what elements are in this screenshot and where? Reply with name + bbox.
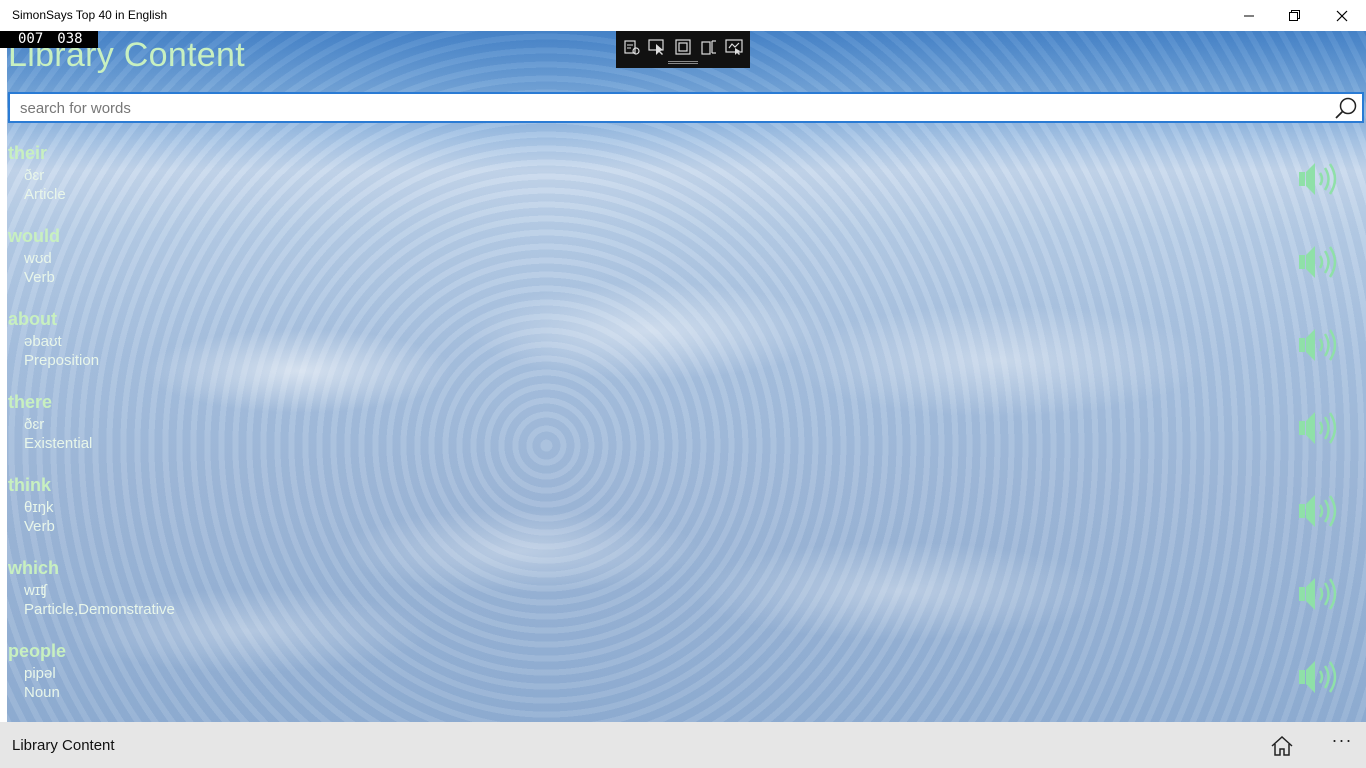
word-part-of-speech: Particle,Demonstrative (24, 601, 175, 618)
word-item-would[interactable]: would wʊd Verb (0, 226, 1366, 309)
word-text: think (8, 475, 51, 495)
word-item-their[interactable]: their ðɛr Article (0, 143, 1366, 226)
word-pronunciation: pipəl (24, 665, 56, 682)
display-layout-adorners-button[interactable] (673, 37, 693, 57)
search-box (8, 92, 1364, 123)
word-part-of-speech: Existential (24, 435, 93, 452)
select-element-button[interactable] (648, 37, 668, 57)
bottom-app-bar: Library Content ··· (0, 722, 1366, 768)
close-icon (1336, 10, 1348, 21)
minimize-button[interactable] (1226, 0, 1272, 31)
more-options-button[interactable]: ··· (1328, 730, 1356, 758)
word-part-of-speech: Article (24, 186, 66, 203)
word-text: about (8, 309, 57, 329)
word-pronunciation: ðɛr (24, 167, 45, 184)
word-pronunciation: ðɛr (24, 416, 45, 433)
speaker-icon[interactable] (1296, 657, 1340, 697)
home-icon[interactable] (1270, 735, 1294, 757)
search-button[interactable] (1332, 94, 1360, 121)
live-visual-tree-button[interactable] (622, 37, 642, 57)
counter-right: 038 (57, 31, 83, 47)
word-text: which (8, 558, 60, 578)
live-visual-tree-icon (624, 40, 640, 55)
restore-button[interactable] (1272, 0, 1318, 31)
word-list: their ðɛr Article would wʊd Verb about ə… (0, 143, 1366, 724)
word-item-which[interactable]: which wɪʧ Particle,Demonstrative (0, 558, 1366, 641)
hot-reload-icon (725, 39, 743, 55)
word-text: their (8, 143, 48, 163)
word-text: would (8, 226, 60, 246)
word-pronunciation: θɪŋk (24, 499, 54, 516)
word-pronunciation: wɪʧ (24, 582, 47, 599)
word-pronunciation: əbaʊt (24, 333, 62, 350)
speaker-icon[interactable] (1296, 408, 1340, 448)
word-part-of-speech: Verb (24, 269, 55, 286)
debug-toolbar (616, 31, 750, 68)
toolbar-drag-grip[interactable] (668, 61, 698, 64)
track-focused-element-button[interactable] (699, 37, 719, 57)
word-item-think[interactable]: think θɪŋk Verb (0, 475, 1366, 558)
word-part-of-speech: Noun (24, 684, 60, 701)
speaker-icon[interactable] (1296, 491, 1340, 531)
app-bar-title: Library Content (12, 737, 115, 754)
frame-rate-counter: 007 038 (0, 31, 98, 48)
word-item-people[interactable]: people pipəl Noun (0, 641, 1366, 724)
word-text: people (8, 641, 67, 661)
speaker-icon[interactable] (1296, 325, 1340, 365)
speaker-icon[interactable] (1296, 159, 1340, 199)
close-button[interactable] (1319, 0, 1365, 31)
track-focused-element-icon (700, 40, 716, 55)
select-element-icon (648, 39, 664, 55)
word-item-there[interactable]: there ðɛr Existential (0, 392, 1366, 475)
display-layout-adorners-icon (675, 39, 691, 55)
minimize-icon (1244, 15, 1254, 16)
search-icon (1335, 97, 1357, 119)
word-item-about[interactable]: about əbaʊt Preposition (0, 309, 1366, 392)
hot-reload-button[interactable] (724, 37, 744, 57)
app-title: SimonSays Top 40 in English (12, 8, 168, 22)
restore-icon (1289, 9, 1300, 21)
speaker-icon[interactable] (1296, 242, 1340, 282)
search-input[interactable] (20, 98, 1320, 118)
word-part-of-speech: Verb (24, 518, 55, 535)
word-pronunciation: wʊd (24, 250, 52, 267)
counter-left: 007 (18, 31, 44, 47)
speaker-icon[interactable] (1296, 574, 1340, 614)
title-bar: SimonSays Top 40 in English (0, 0, 1366, 31)
word-text: there (8, 392, 53, 412)
word-part-of-speech: Preposition (24, 352, 100, 369)
